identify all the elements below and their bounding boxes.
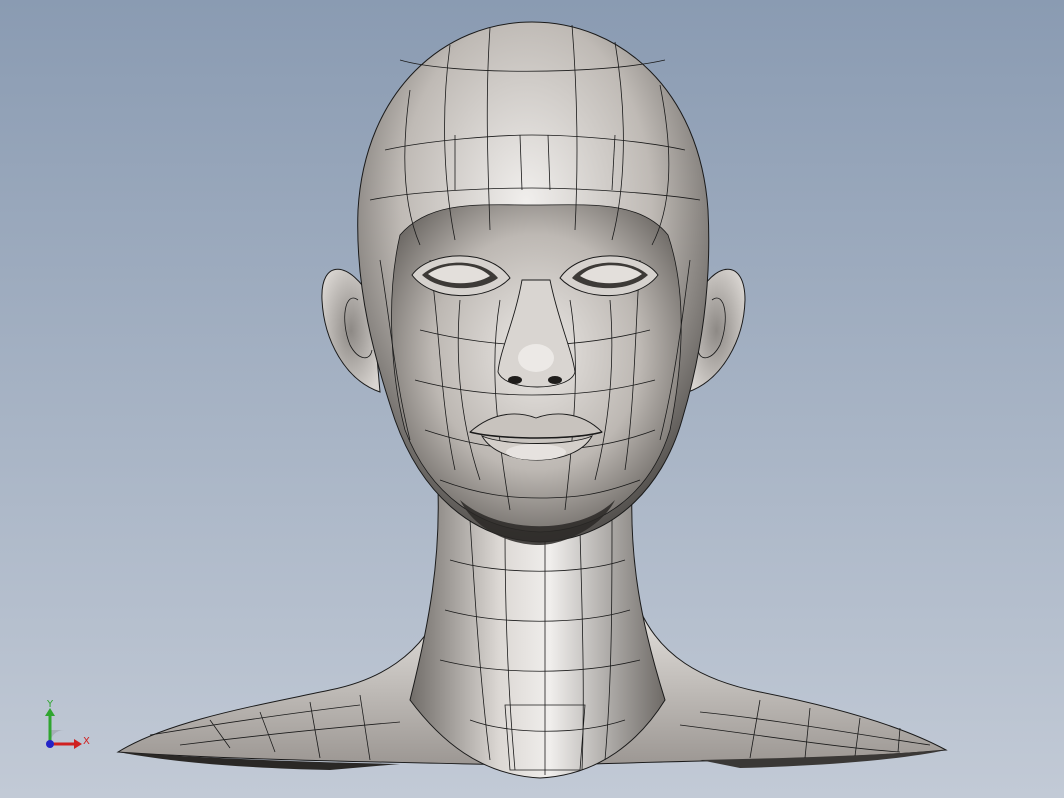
- y-axis-label: Y: [47, 699, 54, 710]
- graphics-viewport[interactable]: Y X: [0, 0, 1064, 798]
- x-axis-arrowhead: [74, 739, 82, 749]
- head: [357, 21, 710, 545]
- x-axis-label: X: [83, 736, 90, 747]
- z-axis-dot: [46, 740, 54, 748]
- view-orientation-triad[interactable]: Y X: [40, 700, 100, 756]
- head-bust-model[interactable]: [0, 0, 1064, 798]
